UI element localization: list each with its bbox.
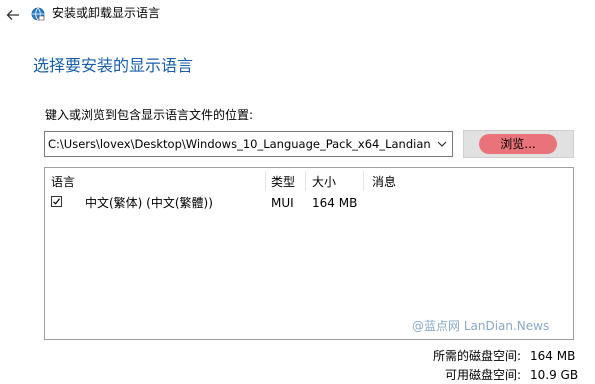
dropdown-toggle[interactable]: [435, 136, 449, 152]
available-space-value: 10.9 GB: [530, 368, 579, 382]
required-space-row: 所需的磁盘空间: 164 MB: [0, 348, 595, 364]
column-divider[interactable]: [265, 171, 266, 191]
column-header-type[interactable]: 类型: [271, 174, 295, 190]
window-title: 安装或卸载显示语言: [52, 6, 161, 20]
required-space-value: 164 MB: [530, 349, 576, 363]
path-label: 键入或浏览到包含显示语言文件的位置:: [45, 108, 254, 122]
column-header-message[interactable]: 消息: [372, 174, 396, 190]
browse-button[interactable]: 浏览...: [463, 130, 574, 158]
column-divider[interactable]: [363, 171, 364, 191]
watermark-text: @蓝点网 LanDian.News: [412, 319, 550, 333]
column-divider[interactable]: [305, 171, 306, 191]
language-row[interactable]: 中文(繁体) (中文(繁體)) MUI 164 MB: [45, 193, 573, 213]
available-space-label: 可用磁盘空间:: [444, 368, 521, 382]
path-combobox[interactable]: C:\Users\lovex\Desktop\Windows_10_Langua…: [44, 131, 453, 157]
back-button[interactable]: [4, 6, 22, 24]
language-name: 中文(繁体) (中文(繁體)): [85, 196, 213, 210]
available-space-row: 可用磁盘空间: 10.9 GB: [0, 367, 595, 383]
page-heading: 选择要安装的显示语言: [33, 56, 194, 75]
column-header-language[interactable]: 语言: [51, 174, 75, 190]
language-size: 164 MB: [312, 196, 358, 210]
chevron-down-icon: [437, 141, 447, 147]
language-install-page: 安装或卸载显示语言 选择要安装的显示语言 键入或浏览到包含显示语言文件的位置: …: [0, 0, 595, 384]
language-type: MUI: [271, 196, 294, 210]
browse-button-label: 浏览...: [479, 134, 557, 154]
column-header-size[interactable]: 大小: [312, 174, 336, 190]
watermark: @蓝点网 LanDian.News: [412, 318, 549, 334]
checkmark-icon: [53, 198, 61, 205]
back-arrow-icon: [6, 10, 19, 20]
language-list[interactable]: 语言 类型 大小 消息 中文(繁体) (中文(繁體)) MUI 164 MB: [44, 167, 574, 340]
required-space-label: 所需的磁盘空间:: [432, 349, 521, 363]
language-checkbox[interactable]: [51, 196, 62, 207]
globe-language-icon: [31, 6, 45, 21]
path-input-value[interactable]: C:\Users\lovex\Desktop\Windows_10_Langua…: [48, 136, 434, 152]
